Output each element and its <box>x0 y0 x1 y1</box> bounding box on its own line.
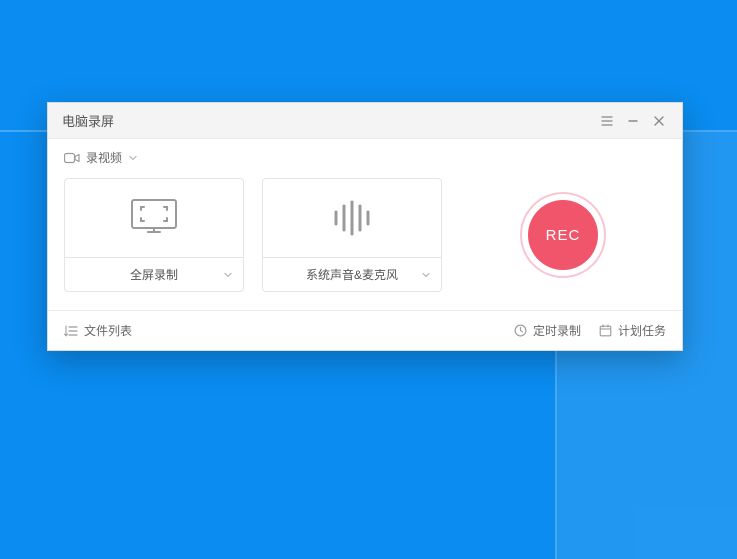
audio-icon-zone <box>263 179 441 257</box>
footer: 文件列表 定时录制 计划任务 <box>48 310 682 350</box>
audio-source-card: 系统声音&麦克风 <box>262 178 442 292</box>
hamburger-icon <box>601 115 613 127</box>
close-icon <box>653 115 665 127</box>
app-window: 电脑录屏 录视频 <box>47 102 683 351</box>
record-mode-dropdown[interactable]: 录视频 <box>64 149 138 166</box>
titlebar: 电脑录屏 <box>48 103 682 139</box>
record-button-inner: REC <box>528 200 598 270</box>
minimize-button[interactable] <box>620 109 646 133</box>
menu-button[interactable] <box>594 109 620 133</box>
scheduled-record-button[interactable]: 定时录制 <box>514 322 581 339</box>
chevron-down-icon <box>128 153 138 163</box>
minimize-icon <box>627 115 639 127</box>
sort-list-icon <box>64 325 78 337</box>
window-title: 电脑录屏 <box>62 111 594 130</box>
capture-area-icon-zone <box>65 179 243 257</box>
audio-source-select[interactable]: 系统声音&麦克风 <box>263 257 441 291</box>
record-button-area: REC <box>460 178 666 292</box>
record-button-label: REC <box>546 227 581 244</box>
capture-area-card: 全屏录制 <box>64 178 244 292</box>
chevron-down-icon <box>421 270 431 280</box>
audio-wave-icon <box>324 196 380 240</box>
capture-area-select[interactable]: 全屏录制 <box>65 257 243 291</box>
capture-area-label: 全屏录制 <box>130 266 178 283</box>
main-panel: 全屏录制 系统声音&麦克风 <box>48 172 682 310</box>
scheduled-record-label: 定时录制 <box>533 322 581 339</box>
clock-icon <box>514 324 527 337</box>
file-list-label: 文件列表 <box>84 322 132 339</box>
record-mode-label: 录视频 <box>86 149 122 166</box>
calendar-icon <box>599 324 612 337</box>
close-button[interactable] <box>646 109 672 133</box>
task-plan-button[interactable]: 计划任务 <box>599 322 666 339</box>
record-button[interactable]: REC <box>520 192 606 278</box>
toolbar: 录视频 <box>48 139 682 172</box>
audio-source-label: 系统声音&麦克风 <box>306 266 398 283</box>
task-plan-label: 计划任务 <box>618 322 666 339</box>
monitor-icon <box>126 196 182 240</box>
video-camera-icon <box>64 152 80 164</box>
chevron-down-icon <box>223 270 233 280</box>
file-list-button[interactable]: 文件列表 <box>64 322 132 339</box>
